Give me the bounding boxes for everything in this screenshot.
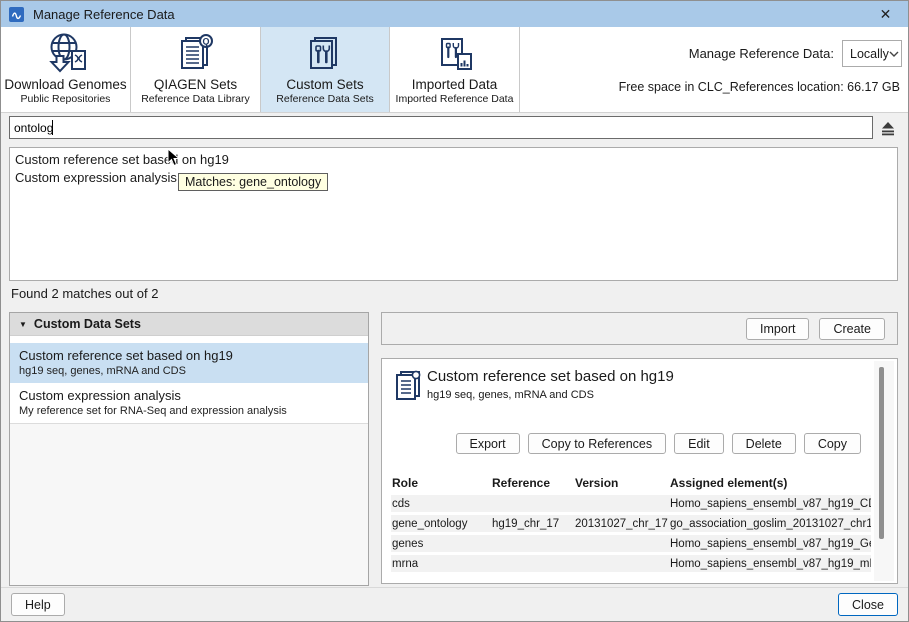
- tab-sublabel: Reference Data Library: [141, 93, 250, 105]
- list-item-title: Custom reference set based on hg19: [19, 348, 359, 364]
- detail-subtitle: hg19 seq, genes, mRNA and CDS: [427, 389, 594, 401]
- cell-assigned: Homo_sapiens_ensembl_v87_hg19_mRNA: [669, 558, 871, 570]
- match-tooltip: Matches: gene_ontology: [178, 173, 328, 191]
- location-dropdown[interactable]: Locally: [842, 40, 902, 67]
- text-caret: [52, 120, 53, 135]
- manage-location-label: Manage Reference Data:: [689, 46, 834, 61]
- list-item-custom-expression-analysis[interactable]: Custom expression analysis My reference …: [10, 383, 368, 424]
- match-count-label: Found 2 matches out of 2: [11, 286, 158, 301]
- export-button[interactable]: Export: [456, 433, 520, 454]
- close-button[interactable]: Close: [838, 593, 898, 616]
- tab-sublabel: Reference Data Sets: [276, 93, 373, 105]
- table-row: cds Homo_sapiens_ensembl_v87_hg19_CDS: [391, 495, 871, 512]
- list-item-title: Custom expression analysis: [19, 388, 359, 404]
- imported-data-icon: [432, 30, 478, 77]
- toolbar: Download Genomes Public Repositories Q Q…: [1, 27, 908, 113]
- dialog-footer: Help Close: [1, 587, 908, 621]
- tab-custom-sets[interactable]: Custom Sets Reference Data Sets: [261, 27, 390, 112]
- cell-reference: hg19_chr_17: [491, 518, 574, 530]
- collapse-search-icon[interactable]: [878, 118, 898, 138]
- reference-set-detail-panel: Custom reference set based on hg19 hg19 …: [381, 358, 898, 584]
- custom-sets-icon: [302, 30, 348, 77]
- collapse-triangle-icon: ▼: [19, 320, 27, 329]
- cell-role: cds: [391, 498, 491, 510]
- title-bar: Manage Reference Data ✕: [1, 1, 908, 27]
- panel-header-label: Custom Data Sets: [34, 317, 141, 331]
- tab-sublabel: Public Repositories: [21, 93, 111, 105]
- custom-data-sets-panel: ▼ Custom Data Sets Custom reference set …: [9, 312, 369, 586]
- document-icon: [395, 370, 423, 402]
- custom-data-sets-header[interactable]: ▼ Custom Data Sets: [10, 313, 368, 336]
- qiagen-sets-icon: Q: [173, 30, 219, 77]
- mouse-cursor: [167, 148, 180, 167]
- tab-download-genomes[interactable]: Download Genomes Public Repositories: [1, 27, 131, 112]
- tab-label: Download Genomes: [4, 77, 126, 92]
- import-button[interactable]: Import: [746, 318, 809, 340]
- column-header-assigned: Assigned element(s): [669, 476, 871, 490]
- cell-role: mrna: [391, 558, 491, 570]
- cell-role: genes: [391, 538, 491, 550]
- detail-button-row: Export Copy to References Edit Delete Co…: [456, 433, 862, 454]
- roles-table: Role Reference Version Assigned element(…: [391, 475, 871, 575]
- copy-button[interactable]: Copy: [804, 433, 861, 454]
- manage-reference-data-dialog: Manage Reference Data ✕ Download Genomes…: [0, 0, 909, 622]
- cell-version: 20131027_chr_17: [574, 518, 669, 530]
- search-results-list: Custom reference set based on hg19 Custo…: [9, 147, 898, 281]
- table-row: gene_ontology hg19_chr_17 20131027_chr_1…: [391, 515, 871, 532]
- create-button[interactable]: Create: [819, 318, 885, 340]
- cell-assigned: go_association_goslim_20131027_chr17: [669, 518, 871, 530]
- help-button[interactable]: Help: [11, 593, 65, 616]
- panel-spacer: [10, 336, 368, 343]
- search-result-item[interactable]: Custom reference set based on hg19: [15, 151, 892, 169]
- search-input[interactable]: [9, 116, 873, 139]
- location-value: Locally: [850, 47, 889, 61]
- vertical-scrollbar[interactable]: [879, 367, 884, 539]
- cell-assigned: Homo_sapiens_ensembl_v87_hg19_CDS: [669, 498, 871, 510]
- set-actions-bar: Import Create: [381, 312, 898, 345]
- list-item-subtitle: hg19 seq, genes, mRNA and CDS: [19, 364, 359, 378]
- tab-label: QIAGEN Sets: [154, 77, 237, 92]
- column-header-reference: Reference: [491, 476, 574, 490]
- tab-qiagen-sets[interactable]: Q QIAGEN Sets Reference Data Library: [131, 27, 261, 112]
- detail-title: Custom reference set based on hg19: [427, 368, 674, 385]
- scrollbar-gutter: [874, 361, 894, 581]
- table-row: genes Homo_sapiens_ensembl_v87_hg19_Gene…: [391, 535, 871, 552]
- tab-sublabel: Imported Reference Data: [396, 93, 514, 105]
- tab-imported-data[interactable]: Imported Data Imported Reference Data: [390, 27, 520, 112]
- search-result-item[interactable]: Custom expression analysis: [15, 169, 892, 187]
- table-header-row: Role Reference Version Assigned element(…: [391, 475, 871, 491]
- svg-text:Q: Q: [202, 36, 209, 46]
- free-space-label: Free space in CLC_References location: 6…: [619, 80, 900, 94]
- column-header-role: Role: [391, 476, 491, 490]
- delete-button[interactable]: Delete: [732, 433, 796, 454]
- tab-label: Imported Data: [412, 77, 498, 92]
- column-header-version: Version: [574, 476, 669, 490]
- tab-label: Custom Sets: [286, 77, 363, 92]
- chevron-down-icon: [889, 51, 899, 57]
- app-icon: [9, 7, 24, 22]
- window-title: Manage Reference Data: [33, 7, 175, 22]
- list-item-subtitle: My reference set for RNA-Seq and express…: [19, 404, 359, 418]
- globe-download-icon: [43, 30, 89, 77]
- cell-assigned: Homo_sapiens_ensembl_v87_hg19_Genes: [669, 538, 871, 550]
- edit-button[interactable]: Edit: [674, 433, 724, 454]
- list-item-custom-reference-set[interactable]: Custom reference set based on hg19 hg19 …: [10, 343, 368, 383]
- close-icon[interactable]: ✕: [863, 1, 908, 27]
- table-row: mrna Homo_sapiens_ensembl_v87_hg19_mRNA: [391, 555, 871, 572]
- copy-to-references-button[interactable]: Copy to References: [528, 433, 666, 454]
- cell-role: gene_ontology: [391, 518, 491, 530]
